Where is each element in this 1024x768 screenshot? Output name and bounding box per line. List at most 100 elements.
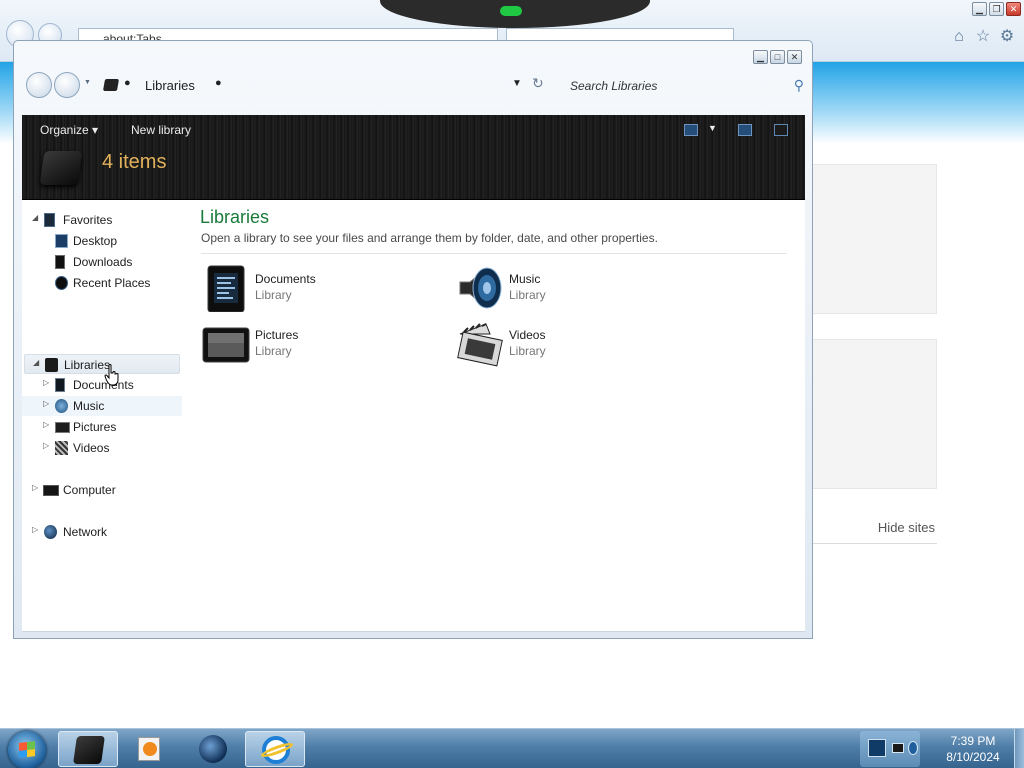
media-player-icon [138,737,160,761]
organize-button[interactable]: Organize ▾ [40,123,98,137]
expand-arrow-icon[interactable]: ▷ [43,378,49,387]
nav-desktop[interactable]: Desktop [22,231,182,251]
nav-label: Music [73,399,105,413]
navigation-pane: ◢ Favorites Desktop Downloads Recent Pla… [22,200,182,631]
nav-favorites[interactable]: ◢ Favorites [22,210,182,230]
pictures-icon [55,422,70,433]
library-header-icon [39,151,83,185]
maximize-button[interactable]: □ [770,50,785,64]
start-button[interactable] [8,731,46,768]
play-circle-icon [143,742,157,756]
expand-arrow-icon[interactable]: ▷ [43,399,49,408]
collapse-arrow-icon[interactable]: ◢ [33,358,39,367]
forward-button[interactable] [54,72,80,98]
nav-music[interactable]: ▷ Music [22,396,182,416]
libraries-icon [102,79,120,91]
breadcrumb-separator-icon[interactable]: ● [124,77,131,89]
site-tile[interactable] [812,164,937,314]
network-icon [44,525,57,539]
divider [201,253,787,254]
address-breadcrumb[interactable]: ● Libraries ● [102,74,542,98]
home-icon[interactable]: ⌂ [950,28,968,46]
nav-videos[interactable]: ▷ Videos [22,438,182,458]
change-view-icon[interactable] [684,124,698,136]
library-type: Library [255,344,292,358]
close-button[interactable]: ✕ [787,50,802,64]
nav-recent-places[interactable]: Recent Places [22,273,182,293]
explorer-window: ▁ □ ✕ ▼ ● Libraries ● ▼ ↻ Search Libraries… [13,40,813,639]
library-name: Music [509,272,541,286]
documents-library-icon [207,265,245,312]
new-library-button[interactable]: New library [131,123,191,137]
library-tile-pictures[interactable]: Pictures Library [202,320,442,372]
library-type: Library [255,288,292,302]
nav-network[interactable]: ▷ Network [22,522,182,542]
navigation-bar: ▼ ● Libraries ● ▼ ↻ Search Libraries ⚲ [22,69,806,103]
view-options-dropdown-icon[interactable]: ▼ [708,123,717,133]
notification-area[interactable] [860,731,920,767]
nav-pictures[interactable]: ▷ Pictures [22,417,182,437]
library-tile-videos[interactable]: Videos Library [456,320,696,372]
breadcrumb-separator-icon[interactable]: ● [215,77,222,89]
nav-label: Downloads [73,255,133,269]
back-button[interactable] [26,72,52,98]
show-desktop-button[interactable] [1014,729,1024,768]
breadcrumb-libraries[interactable]: Libraries [145,78,195,93]
taskbar: 7:39 PM 8/10/2024 [0,728,1024,768]
nav-documents[interactable]: ▷ Documents [22,375,182,395]
library-type: Library [509,344,546,358]
nav-label: Computer [63,483,116,497]
nav-label: Favorites [63,213,113,227]
volume-tray-icon[interactable] [908,741,918,755]
collapse-arrow-icon[interactable]: ◢ [32,213,38,222]
taskbar-media-player-button[interactable] [120,731,180,767]
expand-arrow-icon[interactable]: ▷ [43,441,49,450]
expand-arrow-icon[interactable]: ▷ [43,420,49,429]
recent-pages-dropdown-icon[interactable]: ▼ [84,79,91,86]
refresh-icon[interactable]: ↻ [532,75,544,92]
address-history-dropdown-icon[interactable]: ▼ [512,78,522,89]
library-name: Videos [509,328,546,342]
content-description: Open a library to see your files and arr… [201,231,658,245]
library-tile-documents[interactable]: Documents Library [202,264,442,316]
action-center-icon[interactable] [868,739,886,757]
desktop-icon [55,234,68,248]
search-placeholder: Search Libraries [570,79,658,93]
hide-sites-link[interactable]: Hide sites [860,520,935,535]
nav-label: Recent Places [73,276,151,290]
nav-label: Network [63,525,108,539]
minimize-button[interactable]: ▁ [753,50,768,64]
expand-arrow-icon[interactable]: ▷ [32,525,38,534]
clock[interactable]: 7:39 PM 8/10/2024 [930,733,1016,765]
search-input[interactable]: Search Libraries ⚲ [570,74,806,98]
site-tile[interactable] [812,339,937,489]
nav-libraries[interactable]: ◢ Libraries [24,354,180,374]
nav-downloads[interactable]: Downloads [22,252,182,272]
tools-gear-icon[interactable]: ⚙ [998,28,1016,46]
expand-arrow-icon[interactable]: ▷ [32,483,38,492]
search-icon[interactable]: ⚲ [794,77,804,94]
nav-computer[interactable]: ▷ Computer [22,480,182,500]
internet-explorer-icon [259,736,295,764]
videos-icon [55,441,68,455]
preview-pane-icon[interactable] [738,124,752,136]
pictures-library-icon [202,327,250,363]
libraries-icon [45,358,58,372]
taskbar-internet-explorer-button[interactable] [245,731,305,767]
library-type: Library [509,288,546,302]
window-bottom-border [22,631,805,632]
clock-time: 7:39 PM [950,734,996,748]
browser-restore-button[interactable]: ❐ [989,2,1004,16]
content-title: Libraries [200,207,270,227]
network-tray-icon[interactable] [892,743,904,753]
help-icon[interactable] [774,124,788,136]
browser-minimize-button[interactable]: ▁ [972,2,987,16]
browser-close-button[interactable]: ✕ [1006,2,1021,16]
taskbar-globe-button[interactable] [183,731,243,767]
globe-icon [199,735,227,763]
nav-label: Pictures [73,420,117,434]
taskbar-explorer-button[interactable] [58,731,118,767]
library-tile-music[interactable]: Music Library [456,264,696,316]
favorites-star-icon[interactable]: ☆ [974,28,992,46]
music-library-icon [459,267,502,309]
